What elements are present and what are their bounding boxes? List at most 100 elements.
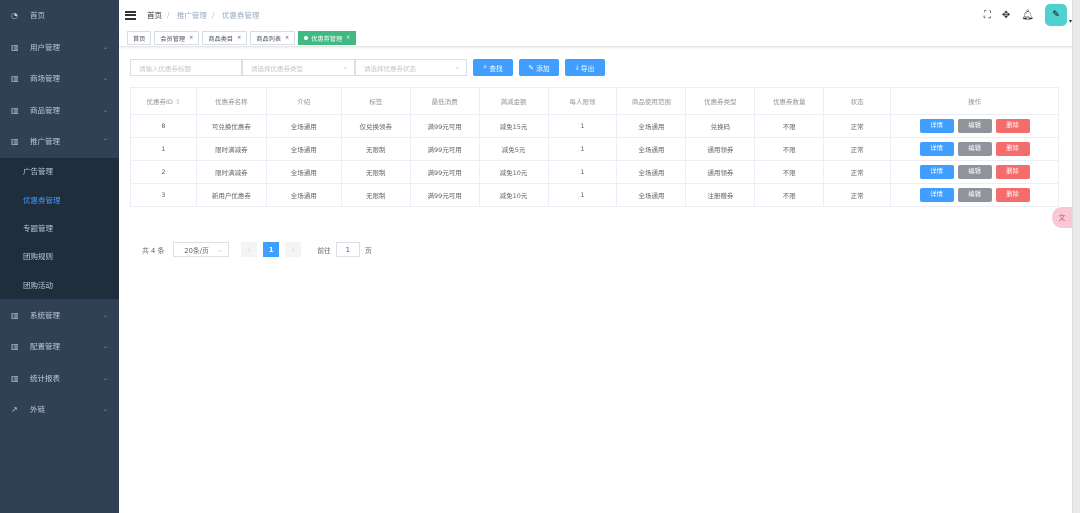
translate-float-button[interactable]: 文: [1052, 207, 1072, 228]
detail-button[interactable]: 详情: [919, 142, 954, 156]
chevron-down-icon: ⌄: [102, 75, 108, 83]
submenu-item[interactable]: 团购活动: [0, 271, 119, 299]
delete-button[interactable]: 删除: [995, 188, 1030, 202]
table-cell: 通用领券: [685, 160, 756, 184]
add-button[interactable]: ✎ 添加: [519, 59, 559, 76]
tag-item[interactable]: 商品类目 ×: [202, 31, 248, 45]
table-cell: 不限: [754, 114, 825, 138]
table-cell: 正常: [823, 137, 892, 161]
edit-button[interactable]: 编辑: [957, 165, 992, 179]
sidebar-item[interactable]: ▥ 配置管理 ⌄: [0, 331, 119, 363]
delete-button[interactable]: 删除: [995, 142, 1030, 156]
submenu-item[interactable]: 团购规则: [0, 243, 119, 271]
active-dot-icon: [304, 36, 309, 40]
breadcrumb: 首页 / 推广管理 / 优惠券管理: [147, 10, 260, 20]
chart-icon: ▥: [11, 137, 19, 147]
chevron-down-icon: ⌄: [102, 406, 108, 414]
sidebar-item[interactable]: ▥ 推广管理 ⌃: [0, 126, 119, 158]
next-page-button[interactable]: ›: [285, 242, 302, 257]
chevron-down-icon: ⌄: [217, 245, 224, 254]
header-label: 优惠券类型: [704, 98, 737, 106]
chevron-down-icon: ⌄: [102, 343, 108, 351]
sidebar-item-label: 外链: [30, 405, 45, 415]
table-cell: 减免15元: [478, 114, 549, 138]
close-icon[interactable]: ×: [346, 35, 350, 41]
chart-icon: ▥: [11, 342, 19, 352]
table-cell: 全场通用: [265, 183, 342, 207]
tag-label: 商品类目: [208, 35, 234, 43]
sidebar-item[interactable]: ▥ 商场管理 ⌄: [0, 63, 119, 95]
page-suffix: 页: [364, 246, 372, 255]
delete-button[interactable]: 删除: [995, 165, 1030, 179]
submenu-item[interactable]: 专题管理: [0, 214, 119, 242]
table-cell: 1: [547, 137, 618, 161]
sidebar-item[interactable]: ▥ 系统管理 ⌄: [0, 299, 119, 331]
table-cell: 仅兑换领券: [340, 114, 411, 138]
coupon-status-select[interactable]: 请选择优惠券状态 ⌄: [355, 59, 467, 76]
chart-icon: ▥: [11, 42, 19, 52]
header-label: 每人限领: [569, 98, 596, 106]
avatar[interactable]: ✎: [1044, 4, 1067, 26]
scrollbar[interactable]: [1072, 0, 1080, 513]
hamburger-icon[interactable]: [125, 10, 136, 20]
sidebar-item[interactable]: ▥ 商品管理 ⌄: [0, 95, 119, 127]
table-cell: 满99元可用: [409, 137, 480, 161]
table-cell: 可兑换优惠券: [195, 114, 267, 138]
detail-button[interactable]: 详情: [919, 165, 954, 179]
column-header: 标签: [340, 87, 411, 115]
tag-label: 首页: [133, 35, 146, 43]
tag-label: 商品列表: [256, 35, 282, 43]
edit-button[interactable]: 编辑: [957, 188, 992, 202]
move-icon[interactable]: ✥: [1002, 10, 1010, 21]
navbar: 首页 / 推广管理 / 优惠券管理 ⛶ ✥ 🔔︎ ✎ ▾: [119, 0, 1072, 30]
close-icon[interactable]: ×: [189, 35, 193, 41]
table-cell: 限时满减券: [195, 160, 267, 184]
header-label: 商品使用范围: [631, 98, 671, 106]
chart-icon: ▥: [11, 105, 19, 115]
tag-item[interactable]: 商品列表 ×: [250, 31, 296, 45]
close-icon[interactable]: ×: [237, 35, 241, 41]
breadcrumb-item[interactable]: 首页: [147, 11, 162, 20]
table-cell: 减免10元: [478, 183, 549, 207]
page-size-select[interactable]: 20条/页 ⌄: [173, 242, 230, 257]
sort-icon[interactable]: ⇕: [173, 98, 180, 106]
column-header: 优惠券数量: [754, 87, 825, 115]
table-cell: 兑换码: [685, 114, 756, 138]
sidebar-item-label: 商品管理: [30, 105, 60, 115]
submenu-item[interactable]: 广告管理: [0, 158, 119, 186]
goto-page-input[interactable]: 1: [335, 242, 360, 257]
coupon-title-input[interactable]: 请输入优惠券标题: [130, 59, 242, 76]
table-cell: 新用户优惠券: [195, 183, 267, 207]
delete-button[interactable]: 删除: [995, 119, 1030, 133]
sidebar-item[interactable]: ↗ 外链 ⌄: [0, 394, 119, 426]
table-cell: 通用领券: [685, 137, 756, 161]
export-button[interactable]: ⤓ 导出: [565, 59, 605, 76]
tag-item[interactable]: 优惠券管理 ×: [298, 31, 357, 45]
sidebar-item[interactable]: ▥ 用户管理 ⌄: [0, 32, 119, 64]
close-icon[interactable]: ×: [285, 35, 289, 41]
edit-button[interactable]: 编辑: [957, 119, 992, 133]
edit-icon: ✎: [528, 63, 537, 72]
sidebar-item[interactable]: ▥ 统计报表 ⌄: [0, 362, 119, 394]
detail-button[interactable]: 详情: [919, 119, 954, 133]
page-number[interactable]: 1: [263, 242, 280, 257]
actions-cell: 详情 编辑 删除: [890, 114, 1059, 138]
tag-item[interactable]: 首页: [127, 31, 152, 45]
table-cell: 1: [547, 160, 618, 184]
submenu-item[interactable]: 优惠券管理: [0, 186, 119, 214]
sidebar-item[interactable]: ◔ 首页: [0, 0, 119, 32]
fullscreen-icon[interactable]: ⛶: [984, 10, 991, 21]
sidebar-item-label: 配置管理: [30, 342, 60, 352]
chevron-down-icon: ⌄: [102, 106, 108, 114]
bell-icon[interactable]: 🔔︎: [1021, 10, 1034, 21]
prev-page-button[interactable]: ‹: [241, 242, 258, 257]
column-header: 介绍: [265, 87, 342, 115]
detail-button[interactable]: 详情: [919, 188, 954, 202]
coupon-type-select[interactable]: 请选择优惠券类型 ⌄: [242, 59, 355, 76]
tag-item[interactable]: 会员管理 ×: [154, 31, 200, 45]
edit-button[interactable]: 编辑: [957, 142, 992, 156]
actions-cell: 详情 编辑 删除: [890, 183, 1059, 207]
find-button[interactable]: ⌕ 查找: [473, 59, 513, 76]
breadcrumb-item[interactable]: 推广管理: [177, 11, 207, 20]
search-bar: 请输入优惠券标题 请选择优惠券类型 ⌄ 请选择优惠券状态 ⌄ ⌕ 查找 ✎ 添加 ⤓…: [130, 59, 605, 76]
